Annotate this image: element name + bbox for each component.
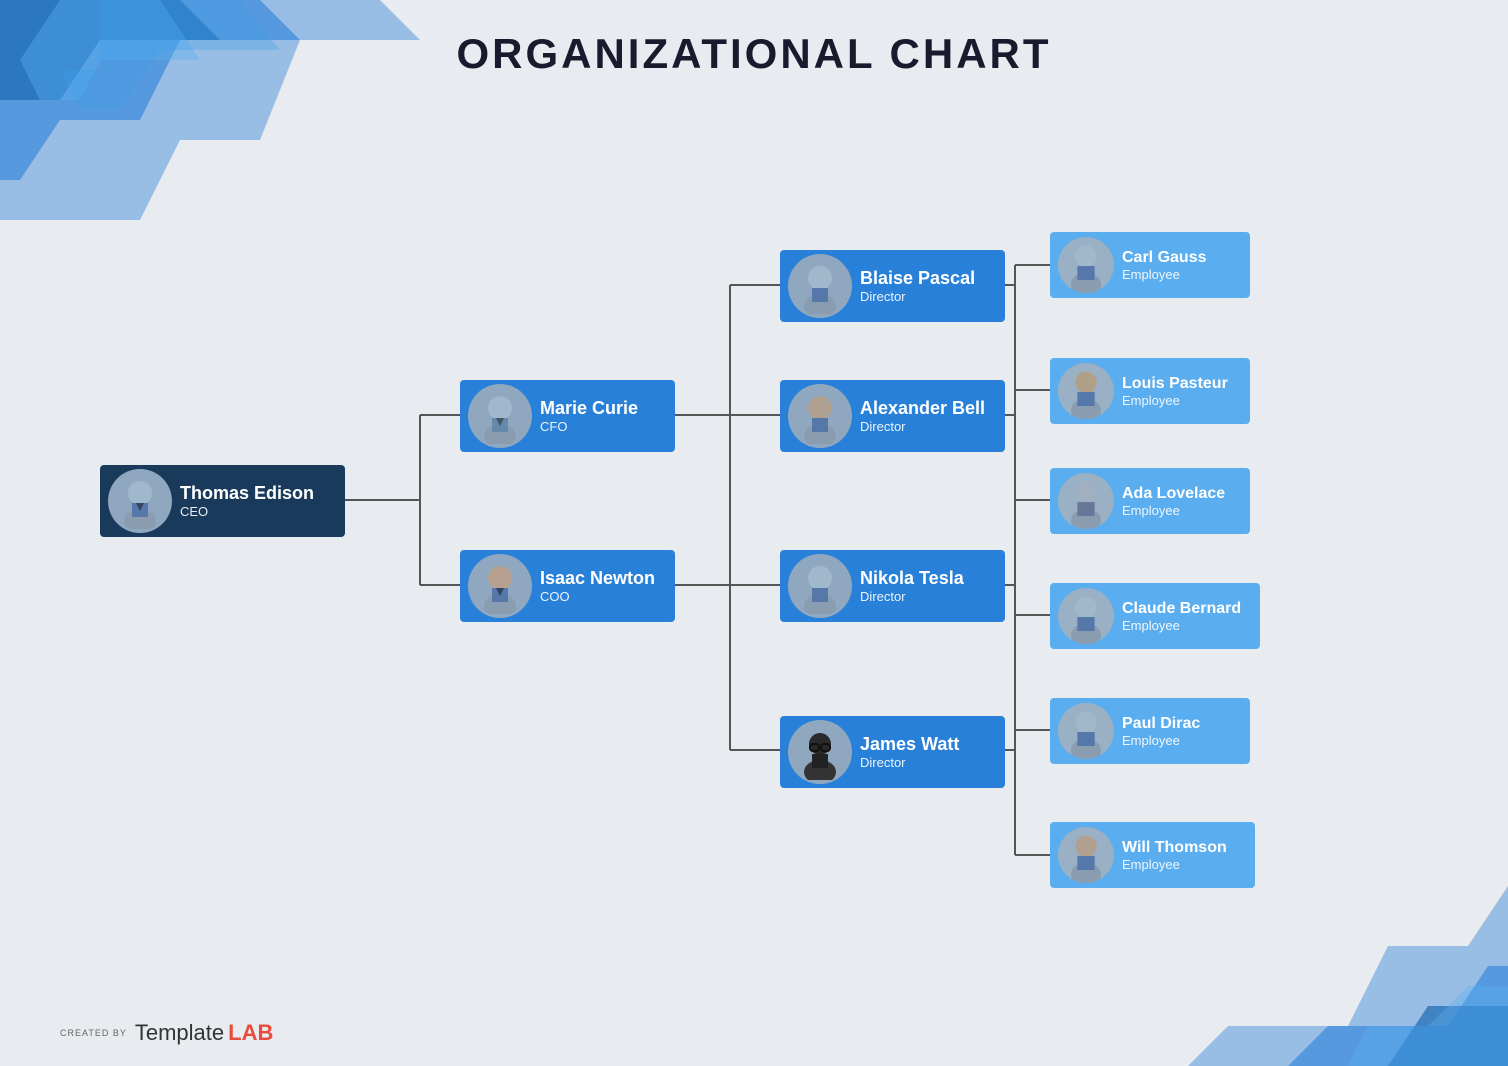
director1-name: Blaise Pascal — [860, 268, 975, 289]
emp5-avatar — [1058, 703, 1114, 759]
cfo-node: Marie Curie CFO — [460, 380, 675, 452]
coo-name: Isaac Newton — [540, 568, 655, 589]
coo-avatar — [468, 554, 532, 618]
director3-node: Nikola Tesla Director — [780, 550, 1005, 622]
director1-role: Director — [860, 289, 975, 304]
emp2-role: Employee — [1122, 393, 1228, 408]
director3-avatar — [788, 554, 852, 618]
footer-brand-regular: Template — [135, 1020, 224, 1046]
coo-node: Isaac Newton COO — [460, 550, 675, 622]
footer-brand-bold: LAB — [228, 1020, 273, 1046]
director2-node: Alexander Bell Director — [780, 380, 1005, 452]
page-title: ORGANIZATIONAL CHART — [0, 30, 1508, 78]
emp2-node: Louis Pasteur Employee — [1050, 358, 1250, 424]
ceo-info: Thomas Edison CEO — [180, 483, 324, 519]
emp3-name: Ada Lovelace — [1122, 485, 1225, 503]
connector-lines — [40, 110, 1488, 986]
cfo-role: CFO — [540, 419, 638, 434]
org-chart: Thomas Edison CEO Marie Curie CFO — [40, 110, 1488, 986]
director1-info: Blaise Pascal Director — [860, 268, 985, 304]
ceo-avatar — [108, 469, 172, 533]
emp6-name: Will Thomson — [1122, 839, 1227, 857]
emp1-name: Carl Gauss — [1122, 249, 1206, 267]
director1-node: Blaise Pascal Director — [780, 250, 1005, 322]
emp6-avatar — [1058, 827, 1114, 883]
emp3-node: Ada Lovelace Employee — [1050, 468, 1250, 534]
emp5-info: Paul Dirac Employee — [1122, 715, 1210, 748]
emp5-node: Paul Dirac Employee — [1050, 698, 1250, 764]
emp5-role: Employee — [1122, 733, 1200, 748]
director4-avatar — [788, 720, 852, 784]
director4-node: James Watt Director — [780, 716, 1005, 788]
cfo-info: Marie Curie CFO — [540, 398, 648, 434]
emp6-role: Employee — [1122, 857, 1227, 872]
director3-name: Nikola Tesla — [860, 568, 964, 589]
coo-info: Isaac Newton COO — [540, 568, 665, 604]
emp2-info: Louis Pasteur Employee — [1122, 375, 1238, 408]
director2-role: Director — [860, 419, 985, 434]
emp1-node: Carl Gauss Employee — [1050, 232, 1250, 298]
emp1-info: Carl Gauss Employee — [1122, 249, 1216, 282]
coo-role: COO — [540, 589, 655, 604]
director2-info: Alexander Bell Director — [860, 398, 995, 434]
footer: CREATED BY Template LAB — [60, 1020, 273, 1046]
director2-avatar — [788, 384, 852, 448]
director1-avatar — [788, 254, 852, 318]
emp4-role: Employee — [1122, 618, 1241, 633]
ceo-name: Thomas Edison — [180, 483, 314, 504]
ceo-node: Thomas Edison CEO — [100, 465, 345, 537]
emp1-role: Employee — [1122, 267, 1206, 282]
emp1-avatar — [1058, 237, 1114, 293]
emp3-role: Employee — [1122, 503, 1225, 518]
footer-created-by: CREATED BY — [60, 1028, 127, 1039]
emp2-name: Louis Pasteur — [1122, 375, 1228, 393]
director2-name: Alexander Bell — [860, 398, 985, 419]
emp2-avatar — [1058, 363, 1114, 419]
emp4-name: Claude Bernard — [1122, 600, 1241, 618]
emp3-avatar — [1058, 473, 1114, 529]
emp6-node: Will Thomson Employee — [1050, 822, 1255, 888]
director3-info: Nikola Tesla Director — [860, 568, 974, 604]
director4-info: James Watt Director — [860, 734, 969, 770]
emp5-name: Paul Dirac — [1122, 715, 1200, 733]
emp4-info: Claude Bernard Employee — [1122, 600, 1251, 633]
director4-role: Director — [860, 755, 959, 770]
emp4-node: Claude Bernard Employee — [1050, 583, 1260, 649]
director4-name: James Watt — [860, 734, 959, 755]
emp6-info: Will Thomson Employee — [1122, 839, 1237, 872]
emp3-info: Ada Lovelace Employee — [1122, 485, 1235, 518]
cfo-avatar — [468, 384, 532, 448]
emp4-avatar — [1058, 588, 1114, 644]
ceo-role: CEO — [180, 504, 314, 519]
cfo-name: Marie Curie — [540, 398, 638, 419]
director3-role: Director — [860, 589, 964, 604]
